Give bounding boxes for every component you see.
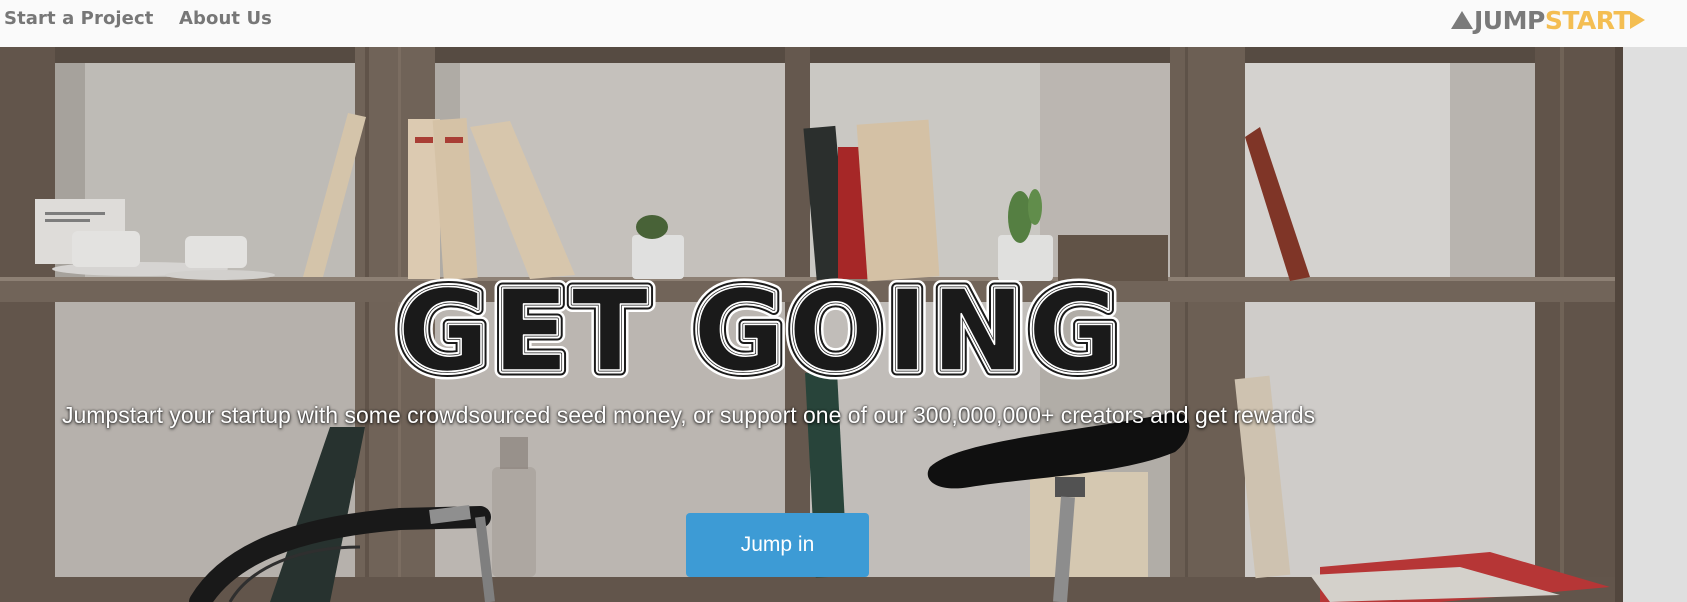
logo-word-start: START [1544,5,1631,35]
hero-title: GET GOING GET GOING GET GOING GET GOING … [389,275,1120,405]
jump-in-button[interactable]: Jump in [686,513,869,577]
logo-word-jump: JUMP [1474,5,1545,35]
navbar: Start a Project About Us JUMP START [0,0,1687,47]
nav-about-us-link[interactable]: About Us [179,8,272,29]
brand-logo[interactable]: JUMP START [1451,3,1687,37]
logo-triangle-icon [1451,11,1473,29]
nav-start-project-link[interactable]: Start a Project [4,8,153,29]
logo-arrow-icon [1629,11,1645,29]
hero-subtitle: Jumpstart your startup with some crowdso… [62,402,1316,428]
hero-section: GET GOING GET GOING GET GOING GET GOING … [0,47,1687,602]
hero-title-outline-inner: GET GOING [397,275,1120,397]
